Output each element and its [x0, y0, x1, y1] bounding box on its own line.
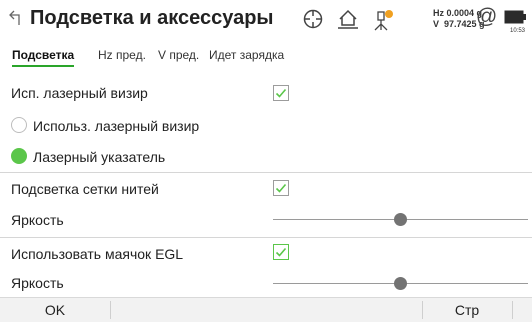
- battery-label: 10:53: [510, 28, 526, 34]
- check-icon: [275, 183, 287, 193]
- page-title: Подсветка и аксессуары: [30, 7, 274, 29]
- tab-backlight[interactable]: Подсветка: [12, 48, 75, 67]
- reticle-row: Подсветка сетки нитей: [0, 178, 532, 200]
- divider: [0, 237, 532, 238]
- tab-charging[interactable]: Идет зарядка: [209, 48, 284, 62]
- reticle-checkbox[interactable]: [273, 180, 289, 196]
- softkey-bar: OK Стр: [0, 297, 532, 322]
- tab-hz-limit[interactable]: Hz пред.: [98, 48, 146, 62]
- radio-laser-sight-row[interactable]: Использ. лазерный визир: [0, 115, 532, 137]
- egl-brightness-label: Яркость: [11, 275, 64, 291]
- reticle-brightness-row: Яркость: [0, 208, 532, 230]
- radio-laser-sight-label: Использ. лазерный визир: [33, 118, 200, 134]
- check-icon: [275, 88, 287, 98]
- divider: [0, 172, 532, 173]
- use-laser-label: Исп. лазерный визир: [11, 85, 148, 101]
- ok-button[interactable]: OK: [0, 298, 110, 322]
- title-bar: Подсветка и аксессуары Hz 0.0004 gV 97.7…: [0, 0, 532, 40]
- radio-laser-pointer-row[interactable]: Лазерный указатель: [0, 146, 532, 168]
- back-arrow-icon[interactable]: [9, 9, 23, 27]
- battery-icon[interactable]: [504, 9, 528, 25]
- reticle-brightness-slider[interactable]: [273, 213, 528, 226]
- home-icon[interactable]: [337, 8, 359, 30]
- check-icon: [275, 247, 287, 257]
- egl-checkbox[interactable]: [273, 244, 289, 260]
- slider-thumb[interactable]: [394, 213, 407, 226]
- divider: [512, 301, 513, 319]
- slider-thumb[interactable]: [394, 277, 407, 290]
- target-icon[interactable]: [302, 8, 324, 30]
- use-laser-checkbox[interactable]: [273, 85, 289, 101]
- instrument-status-icon[interactable]: [371, 8, 397, 32]
- egl-brightness-slider[interactable]: [273, 277, 528, 290]
- egl-label: Использовать маячок EGL: [11, 246, 184, 262]
- use-laser-row: Исп. лазерный визир: [0, 82, 532, 104]
- tab-v-limit[interactable]: V пред.: [158, 48, 199, 62]
- reticle-brightness-label: Яркость: [11, 212, 64, 228]
- page-button[interactable]: Стр: [422, 298, 512, 322]
- reticle-label: Подсветка сетки нитей: [11, 181, 159, 197]
- divider: [110, 301, 111, 319]
- egl-brightness-row: Яркость: [0, 272, 532, 294]
- radio-laser-sight[interactable]: [11, 117, 27, 133]
- radio-laser-pointer-label: Лазерный указатель: [33, 149, 166, 165]
- radio-laser-pointer[interactable]: [11, 148, 27, 164]
- egl-row: Использовать маячок EGL: [0, 243, 532, 265]
- connection-icon[interactable]: @: [476, 5, 497, 29]
